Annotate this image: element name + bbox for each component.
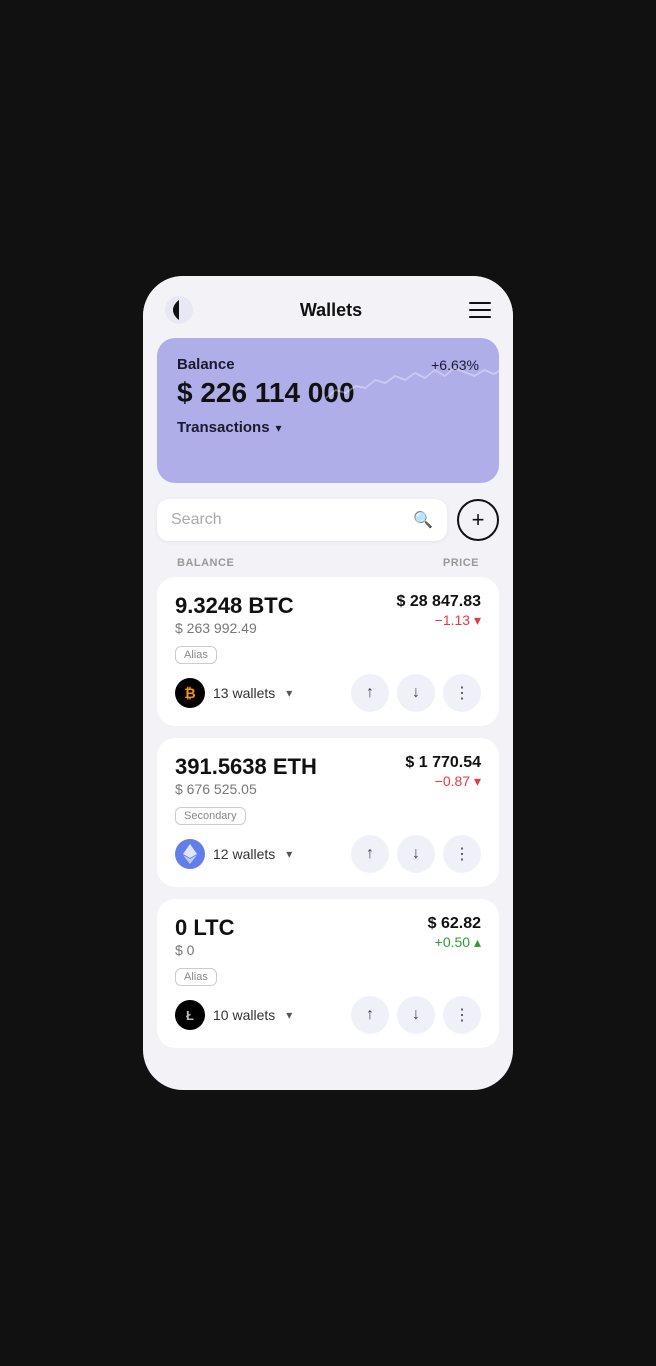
menu-line-3 — [469, 316, 491, 318]
btc-card: 9.3248 BTC $ 263 992.49 $ 28 847.83 −1.1… — [157, 577, 499, 726]
eth-amount: 391.5638 ETH — [175, 754, 317, 780]
search-box[interactable]: Search 🔍 — [157, 499, 447, 541]
eth-action-buttons: ↑ ↓ ⋮ — [351, 835, 481, 873]
eth-right: $ 1 770.54 −0.87 ▾ — [405, 754, 481, 790]
eth-alias-badge: Secondary — [175, 807, 246, 825]
eth-send-button[interactable]: ↑ — [351, 835, 389, 873]
ltc-wallet-count: 10 wallets — [213, 1007, 275, 1023]
ltc-card: 0 LTC $ 0 $ 62.82 +0.50 ▴ Alias Ł 10 wal… — [157, 899, 499, 1048]
search-row: Search 🔍 + — [157, 499, 499, 541]
balance-column-header: BALANCE — [177, 557, 234, 569]
eth-wallet-chevron-icon: ▾ — [286, 847, 292, 861]
btc-amount: 9.3248 BTC — [175, 593, 294, 619]
eth-card-top: 391.5638 ETH $ 676 525.05 $ 1 770.54 −0.… — [175, 754, 481, 797]
balance-card: Balance +6.63% $ 226 114 000 Transaction… — [157, 338, 499, 483]
ltc-more-button[interactable]: ⋮ — [443, 996, 481, 1034]
eth-logo-icon — [175, 839, 205, 869]
btc-alias-badge: Alias — [175, 646, 217, 664]
price-column-header: PRICE — [443, 557, 479, 569]
transactions-label: Transactions — [177, 419, 270, 436]
eth-price-change: −0.87 ▾ — [405, 773, 481, 790]
btc-wallet-chevron-icon: ▾ — [286, 686, 292, 700]
balance-chart — [311, 338, 499, 418]
btc-usd-value: $ 263 992.49 — [175, 620, 294, 636]
ltc-right: $ 62.82 +0.50 ▴ — [428, 915, 481, 951]
eth-more-button[interactable]: ⋮ — [443, 835, 481, 873]
ltc-receive-button[interactable]: ↓ — [397, 996, 435, 1034]
btc-card-top: 9.3248 BTC $ 263 992.49 $ 28 847.83 −1.1… — [175, 593, 481, 636]
balance-label: Balance — [177, 356, 235, 373]
btc-more-button[interactable]: ⋮ — [443, 674, 481, 712]
search-icon: 🔍 — [413, 510, 433, 530]
eth-card: 391.5638 ETH $ 676 525.05 $ 1 770.54 −0.… — [157, 738, 499, 887]
eth-wallet-info[interactable]: 12 wallets ▾ — [175, 839, 292, 869]
ltc-price-change: +0.50 ▴ — [428, 934, 481, 951]
ltc-logo-icon: Ł — [175, 1000, 205, 1030]
btc-right: $ 28 847.83 −1.13 ▾ — [396, 593, 481, 629]
ltc-alias-badge: Alias — [175, 968, 217, 986]
transactions-row[interactable]: Transactions ▾ — [177, 419, 479, 436]
ltc-left: 0 LTC $ 0 — [175, 915, 234, 958]
btc-wallet-info[interactable]: ₿ 13 wallets ▾ — [175, 678, 292, 708]
page-title: Wallets — [300, 300, 362, 321]
btc-left: 9.3248 BTC $ 263 992.49 — [175, 593, 294, 636]
eth-wallet-count: 12 wallets — [213, 846, 275, 862]
eth-card-bottom: 12 wallets ▾ ↑ ↓ ⋮ — [175, 835, 481, 873]
btc-price: $ 28 847.83 — [396, 593, 481, 611]
ltc-card-bottom: Ł 10 wallets ▾ ↑ ↓ ⋮ — [175, 996, 481, 1034]
btc-card-bottom: ₿ 13 wallets ▾ ↑ ↓ ⋮ — [175, 674, 481, 712]
menu-line-1 — [469, 302, 491, 304]
btc-action-buttons: ↑ ↓ ⋮ — [351, 674, 481, 712]
menu-line-2 — [469, 309, 491, 311]
ltc-action-buttons: ↑ ↓ ⋮ — [351, 996, 481, 1034]
ltc-card-top: 0 LTC $ 0 $ 62.82 +0.50 ▴ — [175, 915, 481, 958]
eth-receive-button[interactable]: ↓ — [397, 835, 435, 873]
ltc-send-button[interactable]: ↑ — [351, 996, 389, 1034]
ltc-price: $ 62.82 — [428, 915, 481, 933]
app-logo-icon — [165, 296, 193, 324]
btc-logo-icon: ₿ — [175, 678, 205, 708]
transactions-chevron-icon: ▾ — [276, 421, 282, 435]
menu-button[interactable] — [469, 302, 491, 318]
search-placeholder: Search — [171, 511, 405, 529]
btc-receive-button[interactable]: ↓ — [397, 674, 435, 712]
btc-wallet-count: 13 wallets — [213, 685, 275, 701]
ltc-amount: 0 LTC — [175, 915, 234, 941]
phone-container: Wallets Balance +6.63% $ 226 114 000 Tra… — [143, 276, 513, 1090]
btc-send-button[interactable]: ↑ — [351, 674, 389, 712]
column-headers: BALANCE PRICE — [157, 557, 499, 577]
eth-usd-value: $ 676 525.05 — [175, 781, 317, 797]
btc-price-change: −1.13 ▾ — [396, 612, 481, 629]
app-header: Wallets — [143, 276, 513, 338]
add-wallet-button[interactable]: + — [457, 499, 499, 541]
eth-left: 391.5638 ETH $ 676 525.05 — [175, 754, 317, 797]
ltc-usd-value: $ 0 — [175, 942, 234, 958]
ltc-wallet-info[interactable]: Ł 10 wallets ▾ — [175, 1000, 292, 1030]
ltc-wallet-chevron-icon: ▾ — [286, 1008, 292, 1022]
eth-price: $ 1 770.54 — [405, 754, 481, 772]
